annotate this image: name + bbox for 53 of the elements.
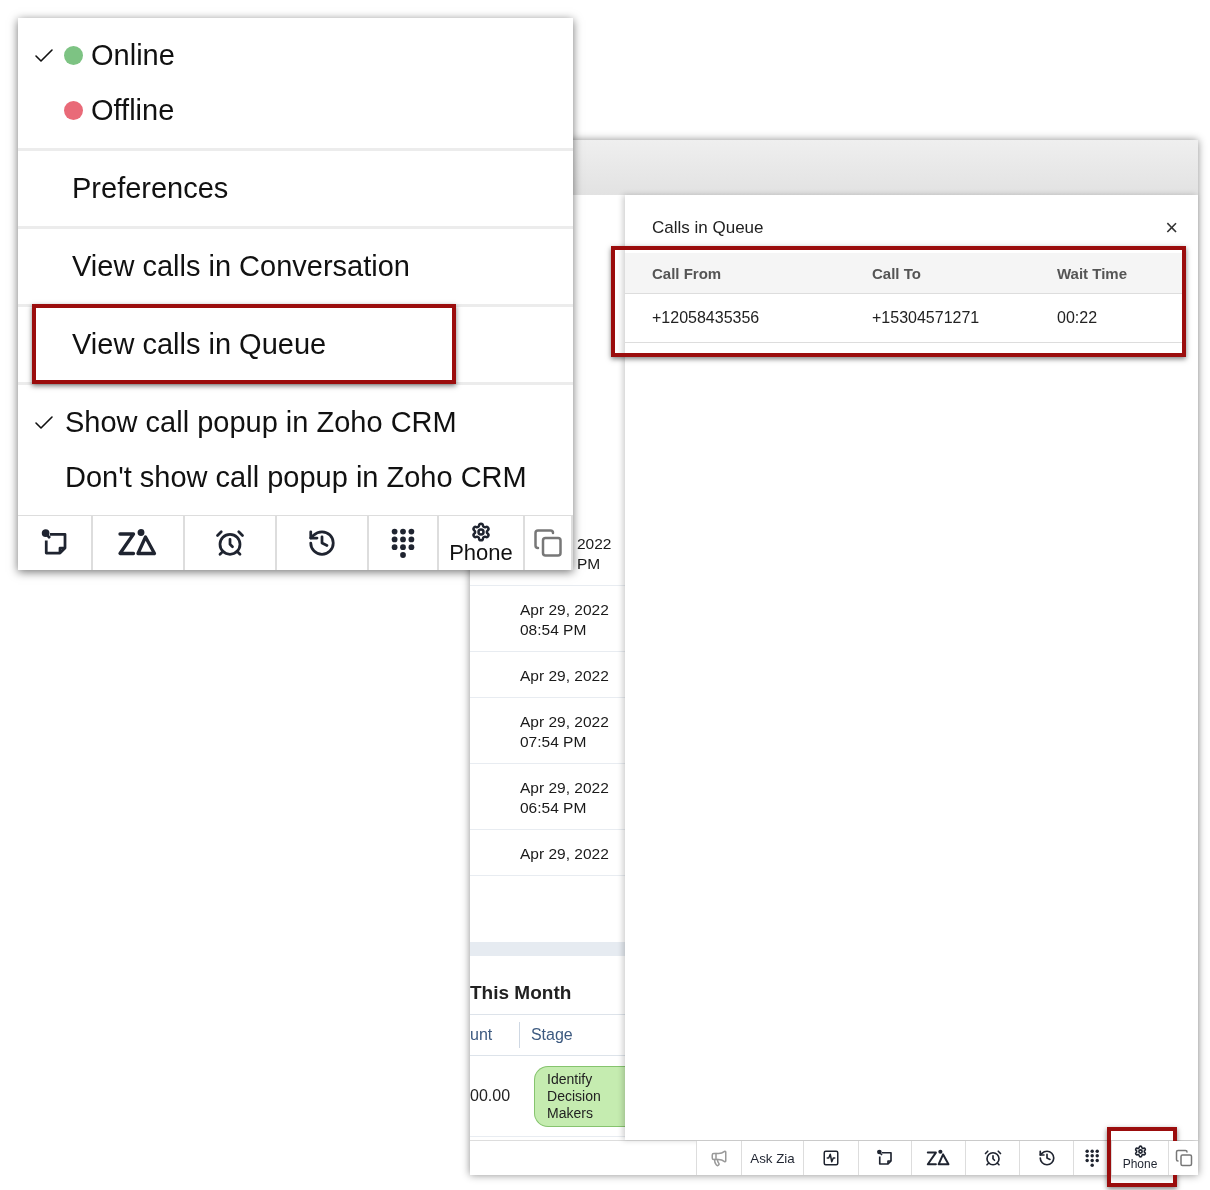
phone-button[interactable]: Phone	[439, 516, 525, 570]
date-text: Apr 29, 2022	[520, 666, 610, 685]
megaphone-icon	[710, 1149, 728, 1167]
status-option[interactable]: Online	[18, 28, 573, 83]
column-header: Call To	[872, 264, 922, 282]
column-header: Call From	[652, 264, 723, 282]
alarm-clock-icon	[983, 1149, 1002, 1167]
stage-tag: Identify Decision Makers	[534, 1065, 625, 1127]
table-cell-text: 00:22	[1057, 309, 1099, 327]
date-text: Apr 29, 2022	[520, 844, 610, 863]
dialpad-icon	[391, 528, 415, 558]
menu-item[interactable]: View calls in Conversation	[18, 229, 573, 307]
close-button[interactable]: ×	[1165, 217, 1178, 239]
toolbar-button[interactable]	[185, 516, 277, 570]
date-text: Apr 29, 2022	[520, 778, 610, 797]
menu-item[interactable]: View calls in Queue	[18, 307, 573, 385]
note-icon	[876, 1149, 894, 1167]
popup-option[interactable]: Show call popup in Zoho CRM	[18, 395, 573, 450]
table-row[interactable]: +12058435356 +15304571271 00:22	[625, 294, 1182, 343]
settings-icon	[471, 522, 491, 542]
history-icon	[307, 528, 337, 558]
column-header: unt	[470, 1025, 494, 1045]
table-cell-text: +12058435356	[652, 309, 761, 327]
chart-icon	[822, 1149, 840, 1167]
date-text: Apr 29, 2022	[520, 712, 610, 731]
zigzag-triangle-icon	[925, 1149, 952, 1167]
settings-icon	[1133, 1145, 1147, 1158]
panel-title: Calls in Queue	[652, 218, 764, 238]
status-label: Offline	[91, 94, 175, 127]
column-header: Wait Time	[1057, 264, 1128, 282]
toolbar-button[interactable]	[369, 516, 439, 570]
menu-item[interactable]: Preferences	[18, 151, 573, 229]
section-title: This Month	[470, 981, 573, 1005]
date-text: Apr 29, 2022	[520, 600, 610, 619]
date-text: 07:54 PM	[520, 732, 588, 751]
date-text: 2022	[577, 534, 613, 553]
dialpad-icon	[1085, 1149, 1100, 1167]
toolbar-button[interactable]	[93, 516, 185, 570]
stacked-notes-icon	[533, 528, 563, 558]
zigzag-triangle-icon	[117, 528, 159, 558]
history-icon	[1037, 1149, 1056, 1167]
date-text: 08:54 PM	[520, 620, 588, 639]
stacked-notes-icon	[1174, 1149, 1193, 1167]
table-cell-text: +15304571271	[872, 309, 981, 327]
date-text: PM	[577, 554, 602, 573]
amount-text: 00.00	[470, 1087, 512, 1105]
alarm-clock-icon	[215, 528, 245, 558]
date-text: 06:54 PM	[520, 798, 588, 817]
popup-option[interactable]: Don't show call popup in Zoho CRM	[18, 450, 573, 505]
status-label: Online	[91, 39, 175, 72]
status-option[interactable]: Offline	[18, 83, 573, 138]
toolbar-button[interactable]	[18, 516, 93, 570]
toolbar-button[interactable]	[277, 516, 369, 570]
